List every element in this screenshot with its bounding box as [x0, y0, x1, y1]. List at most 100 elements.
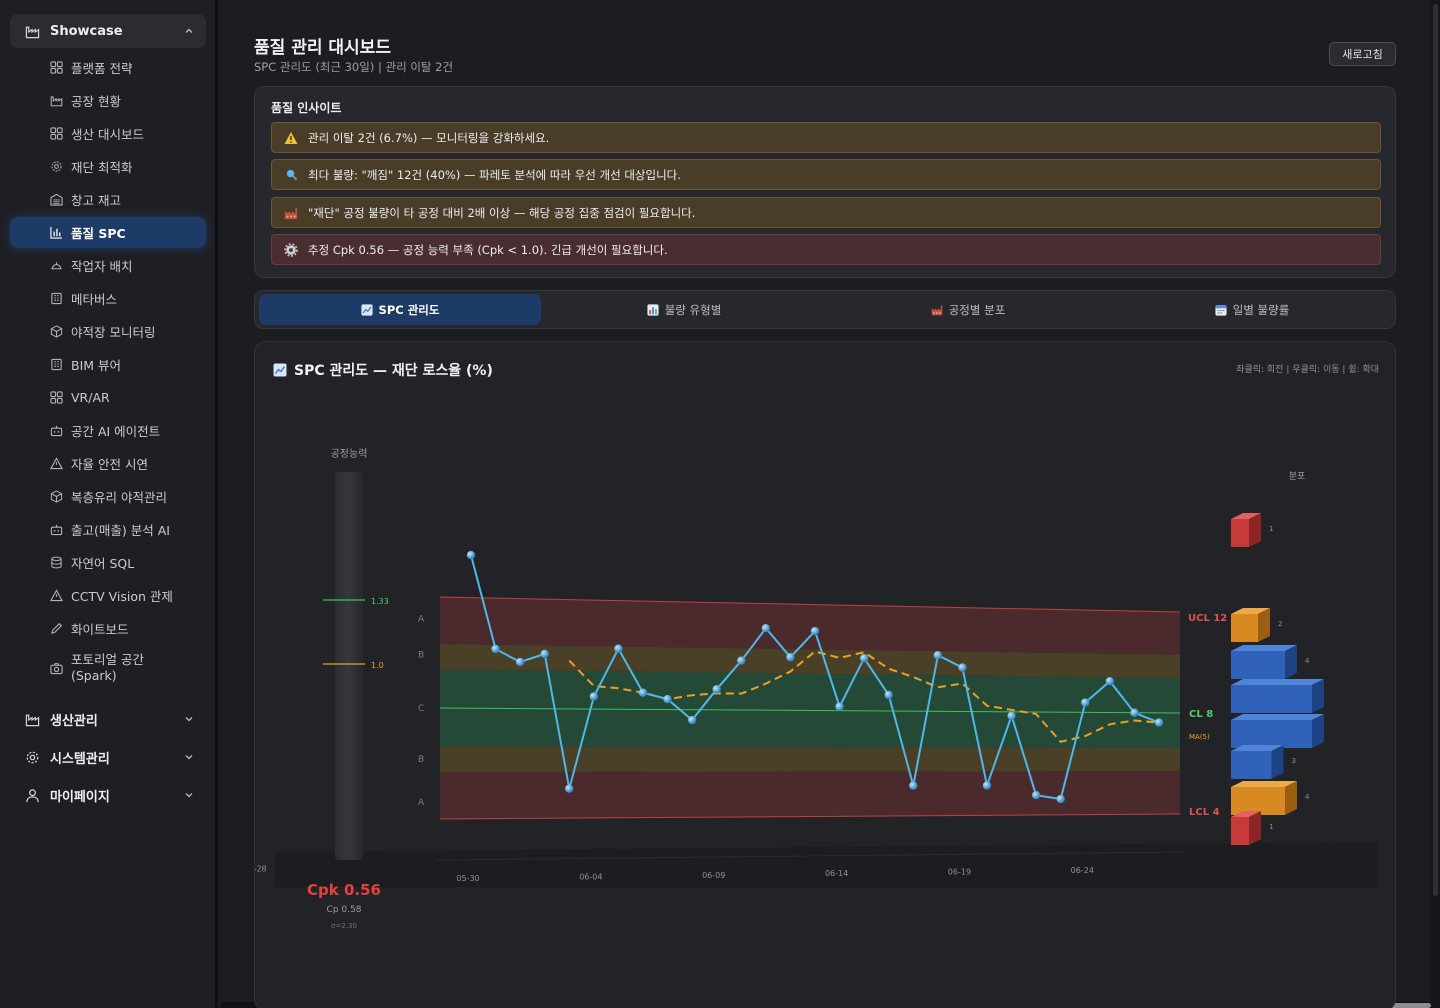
gear-icon — [284, 242, 298, 257]
insight-text: 최다 불량: "깨짐" 12건 (40%) — 파레토 분석에 따라 우선 개선… — [308, 167, 681, 182]
sidebar-item[interactable]: 생산 대시보드 — [10, 118, 206, 149]
line-chart-icon — [360, 303, 373, 316]
data-point — [884, 690, 893, 700]
factory-icon — [931, 304, 943, 316]
distribution-count: 3 — [1292, 757, 1296, 765]
vertical-scrollbar[interactable] — [1431, 0, 1440, 1008]
refresh-button[interactable]: 새로고침 — [1329, 42, 1396, 66]
chevron-down-icon — [184, 714, 194, 724]
sigma-value: σ=2.30 — [331, 922, 357, 930]
helmet-icon — [50, 259, 63, 272]
tab-label: 불량 유형별 — [664, 302, 722, 317]
zone-label: B — [418, 651, 424, 661]
data-point — [1154, 718, 1164, 727]
distribution-box — [1231, 513, 1261, 547]
sidebar-item[interactable]: 복층유리 야적관리 — [10, 481, 206, 512]
cpk-10-label: 1.0 — [371, 661, 384, 670]
tab[interactable]: 공정별 분포 — [827, 294, 1109, 325]
tab[interactable]: SPC 관리도 — [259, 294, 541, 325]
distribution-box — [1231, 645, 1297, 679]
sidebar-group[interactable]: 생산관리 — [10, 702, 206, 736]
box-side — [1312, 714, 1324, 748]
box-side — [1312, 679, 1324, 713]
distribution-box — [1231, 781, 1297, 815]
sidebar-item-label: 품질 SPC — [71, 226, 126, 241]
sidebar-item[interactable]: 화이트보드 — [10, 613, 206, 644]
sidebar-item[interactable]: BIM 뷰어 — [10, 349, 206, 380]
box-side — [1258, 608, 1270, 642]
sidebar-item[interactable]: 창고 재고 — [10, 184, 206, 215]
sidebar-item-label: 재단 최적화 — [71, 160, 133, 175]
capability-label: 공정능력 — [331, 448, 368, 460]
sidebar-group[interactable]: 시스템관리 — [10, 740, 206, 774]
box-front — [1231, 751, 1272, 779]
box-top — [1231, 679, 1324, 685]
zone-label: A — [418, 614, 425, 624]
x-tick-label: 05-30 — [456, 874, 479, 883]
cube-icon — [50, 325, 63, 338]
cl-label: CL 8 — [1189, 709, 1213, 720]
sidebar-item-label: BIM 뷰어 — [71, 358, 122, 373]
robot-icon — [50, 523, 63, 536]
box-side — [1285, 781, 1297, 815]
tab-label: 일별 불량률 — [1232, 302, 1290, 317]
sidebar-item[interactable]: 작업자 배치 — [10, 250, 206, 281]
sidebar-item[interactable]: 자연어 SQL — [10, 547, 206, 578]
page-subtitle: SPC 관리도 (최근 30일) | 관리 이탈 2건 — [254, 60, 454, 74]
data-point — [614, 644, 623, 653]
box-front — [1231, 614, 1258, 642]
box-front — [1231, 817, 1249, 845]
sidebar-item[interactable]: 공간 AI 에이전트 — [10, 415, 206, 446]
sidebar-item-label: 메타버스 — [71, 292, 118, 307]
sidebar-item-label: CCTV Vision 관제 — [71, 589, 173, 604]
magnifier-icon — [284, 168, 298, 182]
cube-icon — [50, 490, 63, 503]
sidebar-item-label: 공장 현황 — [71, 94, 121, 109]
insight-text: "재단" 공정 불량이 타 공정 대비 2배 이상 — 해당 공정 집중 점검이… — [308, 205, 696, 220]
sidebar-item[interactable]: 재단 최적화 — [10, 151, 206, 182]
factory-icon — [24, 711, 40, 727]
zone-label: B — [418, 755, 424, 765]
sidebar-item[interactable]: VR/AR — [10, 382, 206, 413]
distribution-label: 분포 — [1289, 471, 1306, 482]
data-point — [859, 654, 869, 663]
grid-icon — [50, 391, 63, 404]
box-front — [1231, 685, 1312, 713]
sidebar-item[interactable]: 메타버스 — [10, 283, 206, 314]
box-front — [1231, 720, 1312, 748]
sidebar: Showcase 플랫폼 전략공장 현황생산 대시보드재단 최적화창고 재고품질… — [0, 0, 218, 1008]
factory-icon — [284, 206, 298, 220]
distribution-count: 2 — [1278, 620, 1282, 628]
distribution-box — [1231, 679, 1324, 713]
x-tick-label: 06-04 — [579, 872, 602, 881]
building-icon — [50, 292, 63, 305]
pen-icon — [50, 622, 63, 635]
sidebar-item[interactable]: CCTV Vision 관제 — [10, 580, 206, 611]
data-point — [909, 781, 918, 790]
box-side — [1285, 645, 1297, 679]
capability-bar — [335, 472, 363, 860]
sidebar-item[interactable]: 공장 현황 — [10, 85, 206, 116]
calendar-icon — [1215, 304, 1227, 316]
sidebar-item[interactable]: 플랫폼 전략 — [10, 52, 206, 83]
data-point — [1007, 711, 1016, 721]
sidebar-item[interactable]: 자율 안전 시연 — [10, 448, 206, 479]
sidebar-item-label: 야적장 모니터링 — [71, 325, 156, 340]
tab[interactable]: 불량 유형별 — [543, 294, 825, 325]
data-point — [1130, 708, 1139, 717]
sidebar-item[interactable]: 품질 SPC — [10, 217, 206, 248]
sidebar-item[interactable]: 야적장 모니터링 — [10, 316, 206, 347]
insight-title: 품질 인사이트 — [271, 101, 342, 115]
tab[interactable]: 일별 불량률 — [1111, 294, 1393, 325]
spc-chart[interactable]: A B C B A UCL 12 CL 8 MA(5) LCL 4 05-30 06-04 06-09… — [255, 342, 1396, 1008]
sidebar-item[interactable]: 출고(매출) 분석 AI — [10, 514, 206, 545]
sidebar-item-label: 생산 대시보드 — [71, 127, 144, 142]
data-point — [933, 651, 943, 660]
sidebar-group-showcase[interactable]: Showcase — [10, 14, 206, 48]
data-point — [786, 653, 795, 662]
chart-panel[interactable]: SPC 관리도 — 재단 로스율 (%) 좌클릭: 회전 | 우클릭: 이동 |… — [254, 341, 1396, 1008]
insight-row: "재단" 공정 불량이 타 공정 대비 2배 이상 — 해당 공정 집중 점검이… — [271, 197, 1381, 228]
sidebar-group[interactable]: 마이페이지 — [10, 778, 206, 812]
sidebar-item[interactable]: 포토리얼 공간 (Spark) — [10, 648, 206, 688]
chart-tabs: SPC 관리도 불량 유형별 공정별 분포 일별 불량률 — [254, 290, 1396, 329]
